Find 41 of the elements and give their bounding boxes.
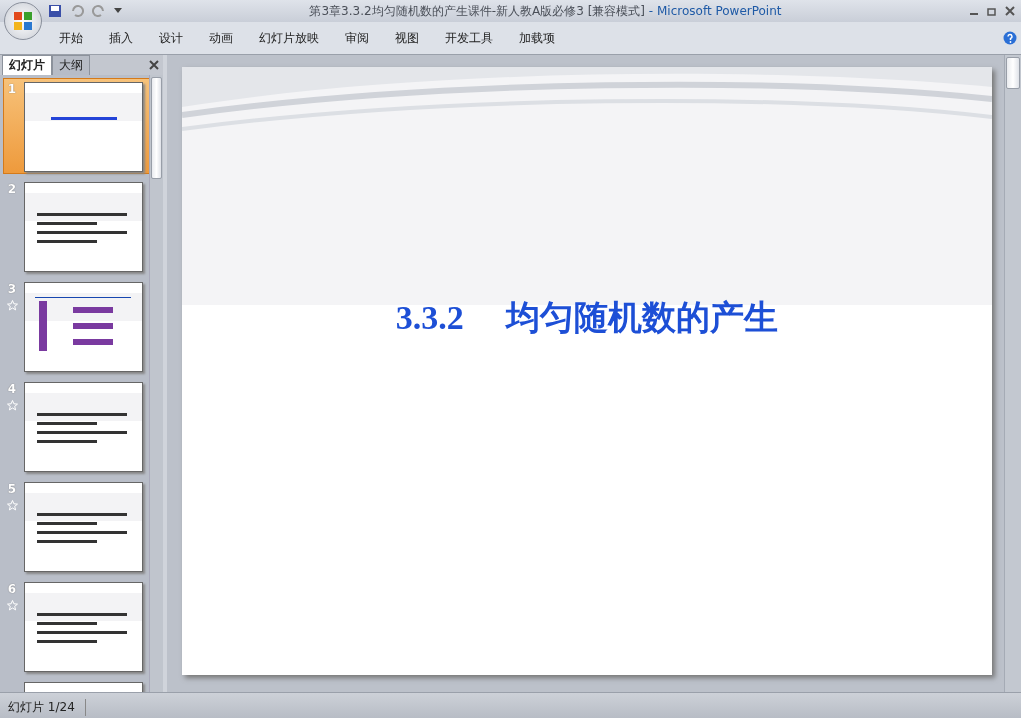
office-button[interactable] — [4, 2, 42, 40]
pane-tab[interactable]: 大纲 — [52, 55, 90, 75]
slide-thumbnail[interactable] — [24, 282, 143, 372]
star-icon — [6, 400, 18, 411]
ribbon-tab[interactable]: 幻灯片放映 — [246, 26, 332, 50]
close-icon[interactable] — [149, 60, 159, 70]
app-name: - Microsoft PowerPoint — [648, 3, 782, 18]
slide-thumbnail[interactable] — [24, 482, 143, 572]
ribbon-tab[interactable]: 插入 — [96, 26, 146, 50]
slide-counter: 幻灯片 1/24 — [0, 698, 86, 716]
slide-number: 3 — [7, 282, 17, 296]
ribbon-tab[interactable]: 视图 — [382, 26, 432, 50]
restore-icon[interactable] — [987, 6, 997, 16]
slide-thumbnail[interactable] — [24, 182, 143, 272]
star-icon — [6, 600, 18, 611]
slide-number: 5 — [7, 482, 17, 496]
ribbon-tab[interactable]: 开始 — [46, 26, 96, 50]
ribbon-tab[interactable]: 设计 — [146, 26, 196, 50]
slide-number: 1 — [7, 82, 17, 96]
pane-tab[interactable]: 幻灯片 — [2, 55, 52, 75]
dropdown-icon[interactable] — [114, 8, 122, 14]
star-icon — [6, 300, 18, 311]
ribbon-tab[interactable]: 审阅 — [332, 26, 382, 50]
slide-thumbnail[interactable] — [24, 82, 143, 172]
ribbon-tab[interactable]: 开发工具 — [432, 26, 506, 50]
slide-number: 4 — [7, 382, 17, 396]
slide-thumbnail[interactable] — [24, 382, 143, 472]
ribbon-tab[interactable]: 动画 — [196, 26, 246, 50]
star-icon — [6, 500, 18, 511]
slide-thumbnail[interactable] — [24, 582, 143, 672]
scrollbar-thumb[interactable] — [151, 77, 162, 179]
ribbon-tab[interactable]: 加载项 — [506, 26, 568, 50]
help-icon[interactable] — [1003, 31, 1017, 45]
save-icon[interactable] — [48, 4, 62, 18]
slide-number: 2 — [7, 182, 17, 196]
document-name: 第3章3.3.2均匀随机数的产生课件-新人教A版必修3 [兼容模式] — [309, 3, 645, 18]
close-icon[interactable] — [1005, 6, 1015, 16]
slide-number: 6 — [7, 582, 17, 596]
scrollbar-thumb[interactable] — [1006, 57, 1020, 89]
office-logo-icon — [13, 11, 33, 31]
slide-title: 3.3.2 均匀随机数的产生 — [394, 298, 780, 338]
